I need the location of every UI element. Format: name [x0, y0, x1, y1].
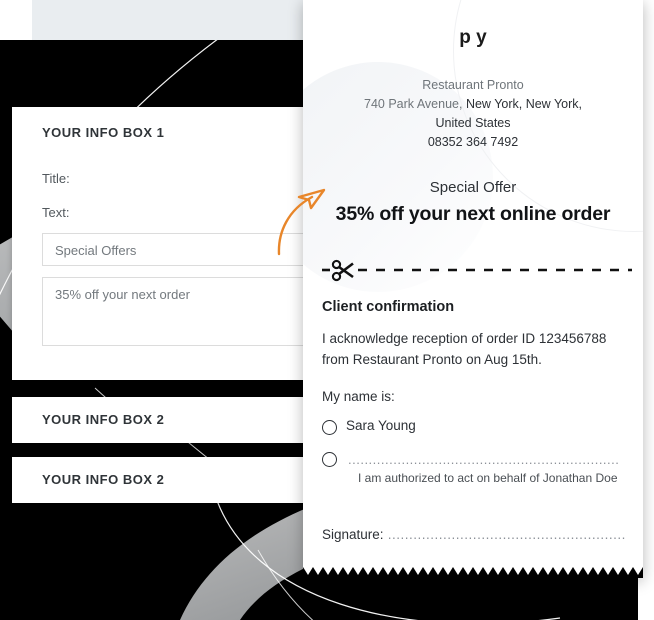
radio-button-icon[interactable] [322, 420, 337, 435]
receipt-address-city: New York, New York, [462, 97, 582, 111]
receipt-offer-label: Special Offer [429, 179, 517, 196]
receipt-option-blank-line[interactable]: ........................................… [348, 452, 642, 467]
receipt-address-street: 740 Park Avenue, [364, 97, 463, 111]
receipt-content: p y Restaurant Pronto 740 Park Avenue, N… [303, 0, 643, 578]
receipt-business-name: Restaurant Pronto [422, 78, 524, 92]
receipt-option-named-label: Sara Young [346, 418, 416, 433]
radio-button-icon[interactable] [322, 452, 337, 467]
receipt-option-blank-sublabel: I am authorized to act on behalf of Jona… [358, 471, 618, 485]
screenshot-stage: YOUR INFO BOX 1 Title: Text: Special Off… [0, 0, 654, 620]
receipt-confirmation-body: I acknowledge reception of order ID 1234… [322, 331, 607, 367]
receipt-phone: 08352 364 7492 [427, 135, 519, 149]
info-box-1-card[interactable]: YOUR INFO BOX 1 Title: Text: Special Off… [12, 107, 352, 380]
receipt-cut-line [322, 259, 632, 282]
text-input[interactable]: 35% off your next order [42, 277, 334, 346]
receipt-zigzag-edge [303, 567, 643, 578]
receipt-address-block: Restaurant Pronto 740 Park Avenue, New Y… [303, 76, 643, 152]
info-box-2-heading: YOUR INFO BOX 2 [42, 412, 165, 427]
receipt-signature-row[interactable]: Signature: .............................… [322, 527, 627, 542]
receipt-clipped-heading: p y [459, 28, 487, 48]
receipt-signature-label: Signature: [322, 527, 384, 542]
receipt-preview: p y Restaurant Pronto 740 Park Avenue, N… [303, 0, 643, 578]
receipt-address-country: United States [435, 116, 511, 130]
receipt-offer-headline: 35% off your next online order [335, 203, 611, 225]
info-box-3-heading: YOUR INFO BOX 2 [42, 472, 165, 487]
receipt-name-prompt: My name is: [322, 389, 395, 404]
info-box-2-card[interactable]: YOUR INFO BOX 2 [12, 397, 352, 443]
title-input[interactable]: Special Offers [42, 233, 334, 266]
text-field-label: Text: [42, 205, 70, 220]
receipt-confirmation-title: Client confirmation [322, 299, 455, 315]
title-field-label: Title: [42, 171, 70, 186]
scissors-icon [322, 259, 354, 282]
receipt-address-line-1: 740 Park Avenue, New York, New York, [303, 95, 643, 114]
info-box-1-heading: YOUR INFO BOX 1 [42, 125, 165, 140]
info-box-3-card[interactable]: YOUR INFO BOX 2 [12, 457, 352, 503]
receipt-signature-line[interactable]: ........................................… [384, 527, 627, 542]
